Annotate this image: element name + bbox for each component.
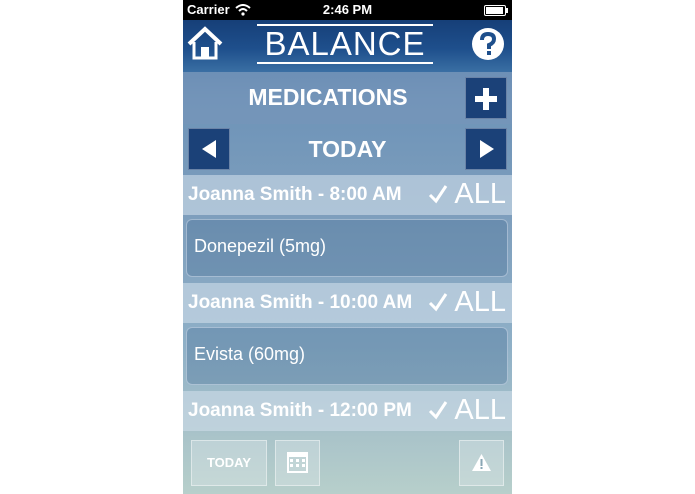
arrow-right-icon	[480, 140, 494, 158]
schedule-group-header: Joanna Smith - 8:00 AM ALL	[183, 175, 512, 215]
mark-all-taken-button[interactable]: ALL	[428, 178, 506, 210]
battery-icon	[484, 5, 508, 16]
title-bar: MEDICATIONS	[183, 72, 512, 124]
medication-name: Evista (60mg)	[194, 344, 306, 364]
calendar-icon	[287, 452, 308, 473]
page-title: MEDICATIONS	[248, 84, 408, 110]
add-medication-button[interactable]	[465, 77, 507, 119]
medication-item[interactable]: Evista (60mg)	[186, 327, 508, 385]
bottom-toolbar: TODAY	[183, 432, 512, 494]
all-label: ALL	[454, 394, 506, 426]
home-icon	[187, 26, 223, 60]
schedule-group-header: Joanna Smith - 12:00 PM ALL	[183, 391, 512, 431]
status-time: 2:46 PM	[322, 2, 373, 17]
warning-icon	[472, 454, 491, 471]
phone-screen: Carrier 2:46 PM BALANCE MEDICATIONS TODA…	[183, 0, 512, 494]
schedule-time-label: Joanna Smith - 10:00 AM	[188, 292, 413, 313]
medication-name: Donepezil (5mg)	[194, 236, 327, 256]
mark-all-taken-button[interactable]: ALL	[428, 286, 506, 318]
day-navigation: TODAY	[183, 124, 512, 174]
home-button[interactable]	[186, 24, 224, 64]
app-header: BALANCE	[183, 20, 512, 72]
status-bar: Carrier 2:46 PM	[183, 0, 512, 20]
calendar-button[interactable]	[275, 440, 320, 486]
help-button[interactable]	[468, 24, 508, 64]
alert-button[interactable]	[459, 440, 504, 486]
checkmark-icon	[429, 185, 448, 204]
schedule-time-label: Joanna Smith - 8:00 AM	[188, 184, 402, 205]
schedule-time-label: Joanna Smith - 12:00 PM	[188, 400, 412, 421]
today-button[interactable]: TODAY	[191, 440, 267, 486]
schedule-group-header: Joanna Smith - 10:00 AM ALL	[183, 283, 512, 323]
medication-item[interactable]: Donepezil (5mg)	[186, 219, 508, 277]
next-day-button[interactable]	[465, 128, 507, 170]
help-icon	[472, 28, 504, 60]
app-logo: BALANCE	[257, 24, 433, 64]
all-label: ALL	[454, 178, 506, 210]
checkmark-icon	[429, 293, 448, 312]
day-label: TODAY	[308, 136, 387, 162]
mark-all-taken-button[interactable]: ALL	[428, 394, 506, 426]
all-label: ALL	[454, 286, 506, 318]
checkmark-icon	[429, 401, 448, 420]
